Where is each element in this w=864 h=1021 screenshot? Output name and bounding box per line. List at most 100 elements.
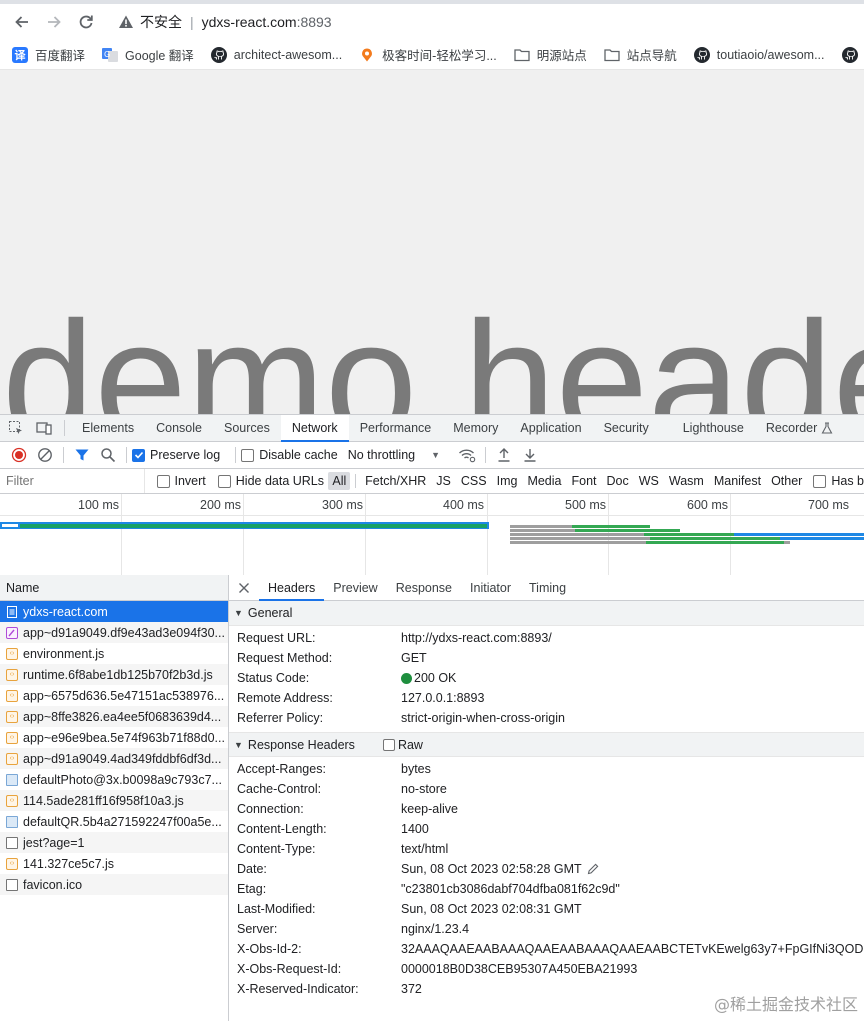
disable-cache-checkbox[interactable]: Disable cache xyxy=(241,448,338,462)
table-row[interactable]: ‹› app~d91a9049.4ad349fddbf6df3d... xyxy=(0,748,228,769)
tab-response[interactable]: Response xyxy=(387,575,461,600)
table-row[interactable]: ‹› environment.js xyxy=(0,643,228,664)
search-button[interactable] xyxy=(95,444,121,466)
edit-pencil-icon[interactable] xyxy=(587,863,599,875)
header-value: GET xyxy=(401,651,427,665)
record-button[interactable] xyxy=(6,444,32,466)
overview-tick-label: 500 ms xyxy=(565,498,606,512)
filter-type-doc[interactable]: Doc xyxy=(603,472,633,490)
tab-performance[interactable]: Performance xyxy=(349,415,443,441)
tab-preview[interactable]: Preview xyxy=(324,575,386,600)
filter-type-fetch-xhr[interactable]: Fetch/XHR xyxy=(361,472,430,490)
header-key: Cache-Control: xyxy=(237,782,322,796)
bookmark-folder-site-nav[interactable]: 站点导航 xyxy=(604,45,677,64)
clear-button[interactable] xyxy=(32,444,58,466)
reload-button[interactable] xyxy=(72,8,100,36)
checkbox-checked-icon xyxy=(132,448,145,462)
forward-button[interactable] xyxy=(40,8,68,36)
import-har-button[interactable] xyxy=(491,444,517,466)
back-button[interactable] xyxy=(8,8,36,36)
overview-gridline xyxy=(121,494,122,575)
invert-checkbox[interactable]: Invert xyxy=(156,474,206,488)
table-row[interactable]: defaultPhoto@3x.b0098a9c793c7... xyxy=(0,769,228,790)
request-name: app~8ffe3826.ea4ee5f0683639d4... xyxy=(23,709,222,724)
network-conditions-button[interactable] xyxy=(454,444,480,466)
close-details-button[interactable] xyxy=(229,575,259,600)
overview-gridline xyxy=(243,494,244,575)
has-blocked-cookies-checkbox[interactable]: Has b xyxy=(813,474,864,488)
tab-console[interactable]: Console xyxy=(145,415,213,441)
table-row[interactable]: ‹› app~6575d636.5e47151ac538976... xyxy=(0,685,228,706)
filter-type-js[interactable]: JS xyxy=(432,472,455,490)
table-row[interactable]: favicon.ico xyxy=(0,874,228,895)
table-row[interactable]: app~d91a9049.df9e43ad3e094f30... xyxy=(0,622,228,643)
script-icon: ‹› xyxy=(6,689,18,702)
filter-type-img[interactable]: Img xyxy=(493,472,522,490)
table-row[interactable]: ‹› app~e96e9bea.5e74f963b71f88d0... xyxy=(0,727,228,748)
tab-memory[interactable]: Memory xyxy=(442,415,509,441)
table-row[interactable]: ‹› runtime.6f8abe1db125b70f2b3d.js xyxy=(0,664,228,685)
url-host: ydxs-react.com xyxy=(201,14,297,30)
general-section-title: General xyxy=(247,606,293,620)
raw-headers-checkbox[interactable]: Raw xyxy=(382,738,423,752)
table-row[interactable]: jest?age=1 xyxy=(0,832,228,853)
filter-type-manifest[interactable]: Manifest xyxy=(710,472,765,490)
search-icon xyxy=(101,448,116,463)
tab-headers[interactable]: Headers xyxy=(259,575,325,601)
filter-type-ws[interactable]: WS xyxy=(635,472,663,490)
status-code-text: 200 OK xyxy=(414,671,457,685)
inspect-element-button[interactable] xyxy=(2,415,30,441)
tab-application[interactable]: Application xyxy=(509,415,592,441)
generic-file-icon xyxy=(6,878,18,891)
tab-elements[interactable]: Elements xyxy=(71,415,145,441)
bookmark-architect-awesome[interactable]: architect-awesom... xyxy=(210,46,342,63)
bookmark-github-overflow[interactable] xyxy=(841,46,864,63)
table-row[interactable]: ‹› 141.327ce5c7.js xyxy=(0,853,228,874)
request-list-header[interactable]: Name xyxy=(0,575,228,601)
hide-data-urls-checkbox[interactable]: Hide data URLs xyxy=(217,474,324,488)
export-har-button[interactable] xyxy=(517,444,543,466)
tab-network[interactable]: Network xyxy=(280,415,349,442)
preserve-log-checkbox[interactable]: Preserve log xyxy=(132,448,220,462)
tab-recorder[interactable]: Recorder xyxy=(755,415,844,441)
bookmark-label: 极客时间-轻松学习... xyxy=(382,49,497,63)
filter-type-media[interactable]: Media xyxy=(523,472,565,490)
filter-type-other[interactable]: Other xyxy=(767,472,806,490)
header-row: Connection: keep-alive xyxy=(229,799,864,819)
general-section-header[interactable]: ▼ General xyxy=(229,601,864,626)
header-value-date: Sun, 08 Oct 2023 02:58:28 GMT xyxy=(401,862,599,876)
filter-input[interactable]: Filter xyxy=(0,469,145,493)
throttling-select[interactable]: No throttling ▼ xyxy=(348,448,440,462)
warning-icon[interactable] xyxy=(118,14,134,30)
filter-type-wasm[interactable]: Wasm xyxy=(665,472,708,490)
device-toolbar-button[interactable] xyxy=(30,415,58,441)
network-overview-timeline[interactable]: 100 ms 200 ms 300 ms 400 ms 500 ms 600 m… xyxy=(0,494,864,576)
bookmark-folder-mingyuan[interactable]: 明源站点 xyxy=(514,45,587,64)
table-row[interactable]: ‹› app~8ffe3826.ea4ee5f0683639d4... xyxy=(0,706,228,727)
filter-type-css[interactable]: CSS xyxy=(457,472,491,490)
google-translate-icon: G xyxy=(102,47,119,63)
filter-type-font[interactable]: Font xyxy=(567,472,600,490)
tab-security[interactable]: Security xyxy=(593,415,660,441)
table-row[interactable]: defaultQR.5b4a271592247f00a5e... xyxy=(0,811,228,832)
close-icon xyxy=(239,582,249,593)
filter-toggle-button[interactable] xyxy=(69,444,95,466)
bookmark-google-translate[interactable]: G Google 翻译 xyxy=(102,45,194,64)
bookmark-geektime[interactable]: 极客时间-轻松学习... xyxy=(359,45,497,64)
url-field[interactable]: 不安全 | ydxs-react.com:8893 xyxy=(118,8,856,36)
table-row[interactable]: ydxs-react.com xyxy=(0,601,228,622)
header-value: bytes xyxy=(401,762,431,776)
tab-initiator[interactable]: Initiator xyxy=(461,575,520,600)
tab-timing[interactable]: Timing xyxy=(520,575,575,600)
preserve-log-label: Preserve log xyxy=(150,448,221,462)
header-value: text/html xyxy=(401,842,449,856)
response-headers-section-header[interactable]: ▼ Response Headers Raw xyxy=(229,732,864,757)
tab-sources[interactable]: Sources xyxy=(213,415,281,441)
tab-lighthouse[interactable]: Lighthouse xyxy=(672,415,755,441)
request-name: defaultPhoto@3x.b0098a9c793c7... xyxy=(23,772,222,787)
filter-type-all[interactable]: All xyxy=(328,472,351,490)
bookmark-toutiaoio[interactable]: toutiaoio/awesom... xyxy=(693,46,825,63)
header-row: Content-Type: text/html xyxy=(229,839,864,859)
table-row[interactable]: ‹› 114.5ade281ff16f958f10a3.js xyxy=(0,790,228,811)
bookmark-baidu-fanyi[interactable]: 译 百度翻译 xyxy=(12,45,85,64)
